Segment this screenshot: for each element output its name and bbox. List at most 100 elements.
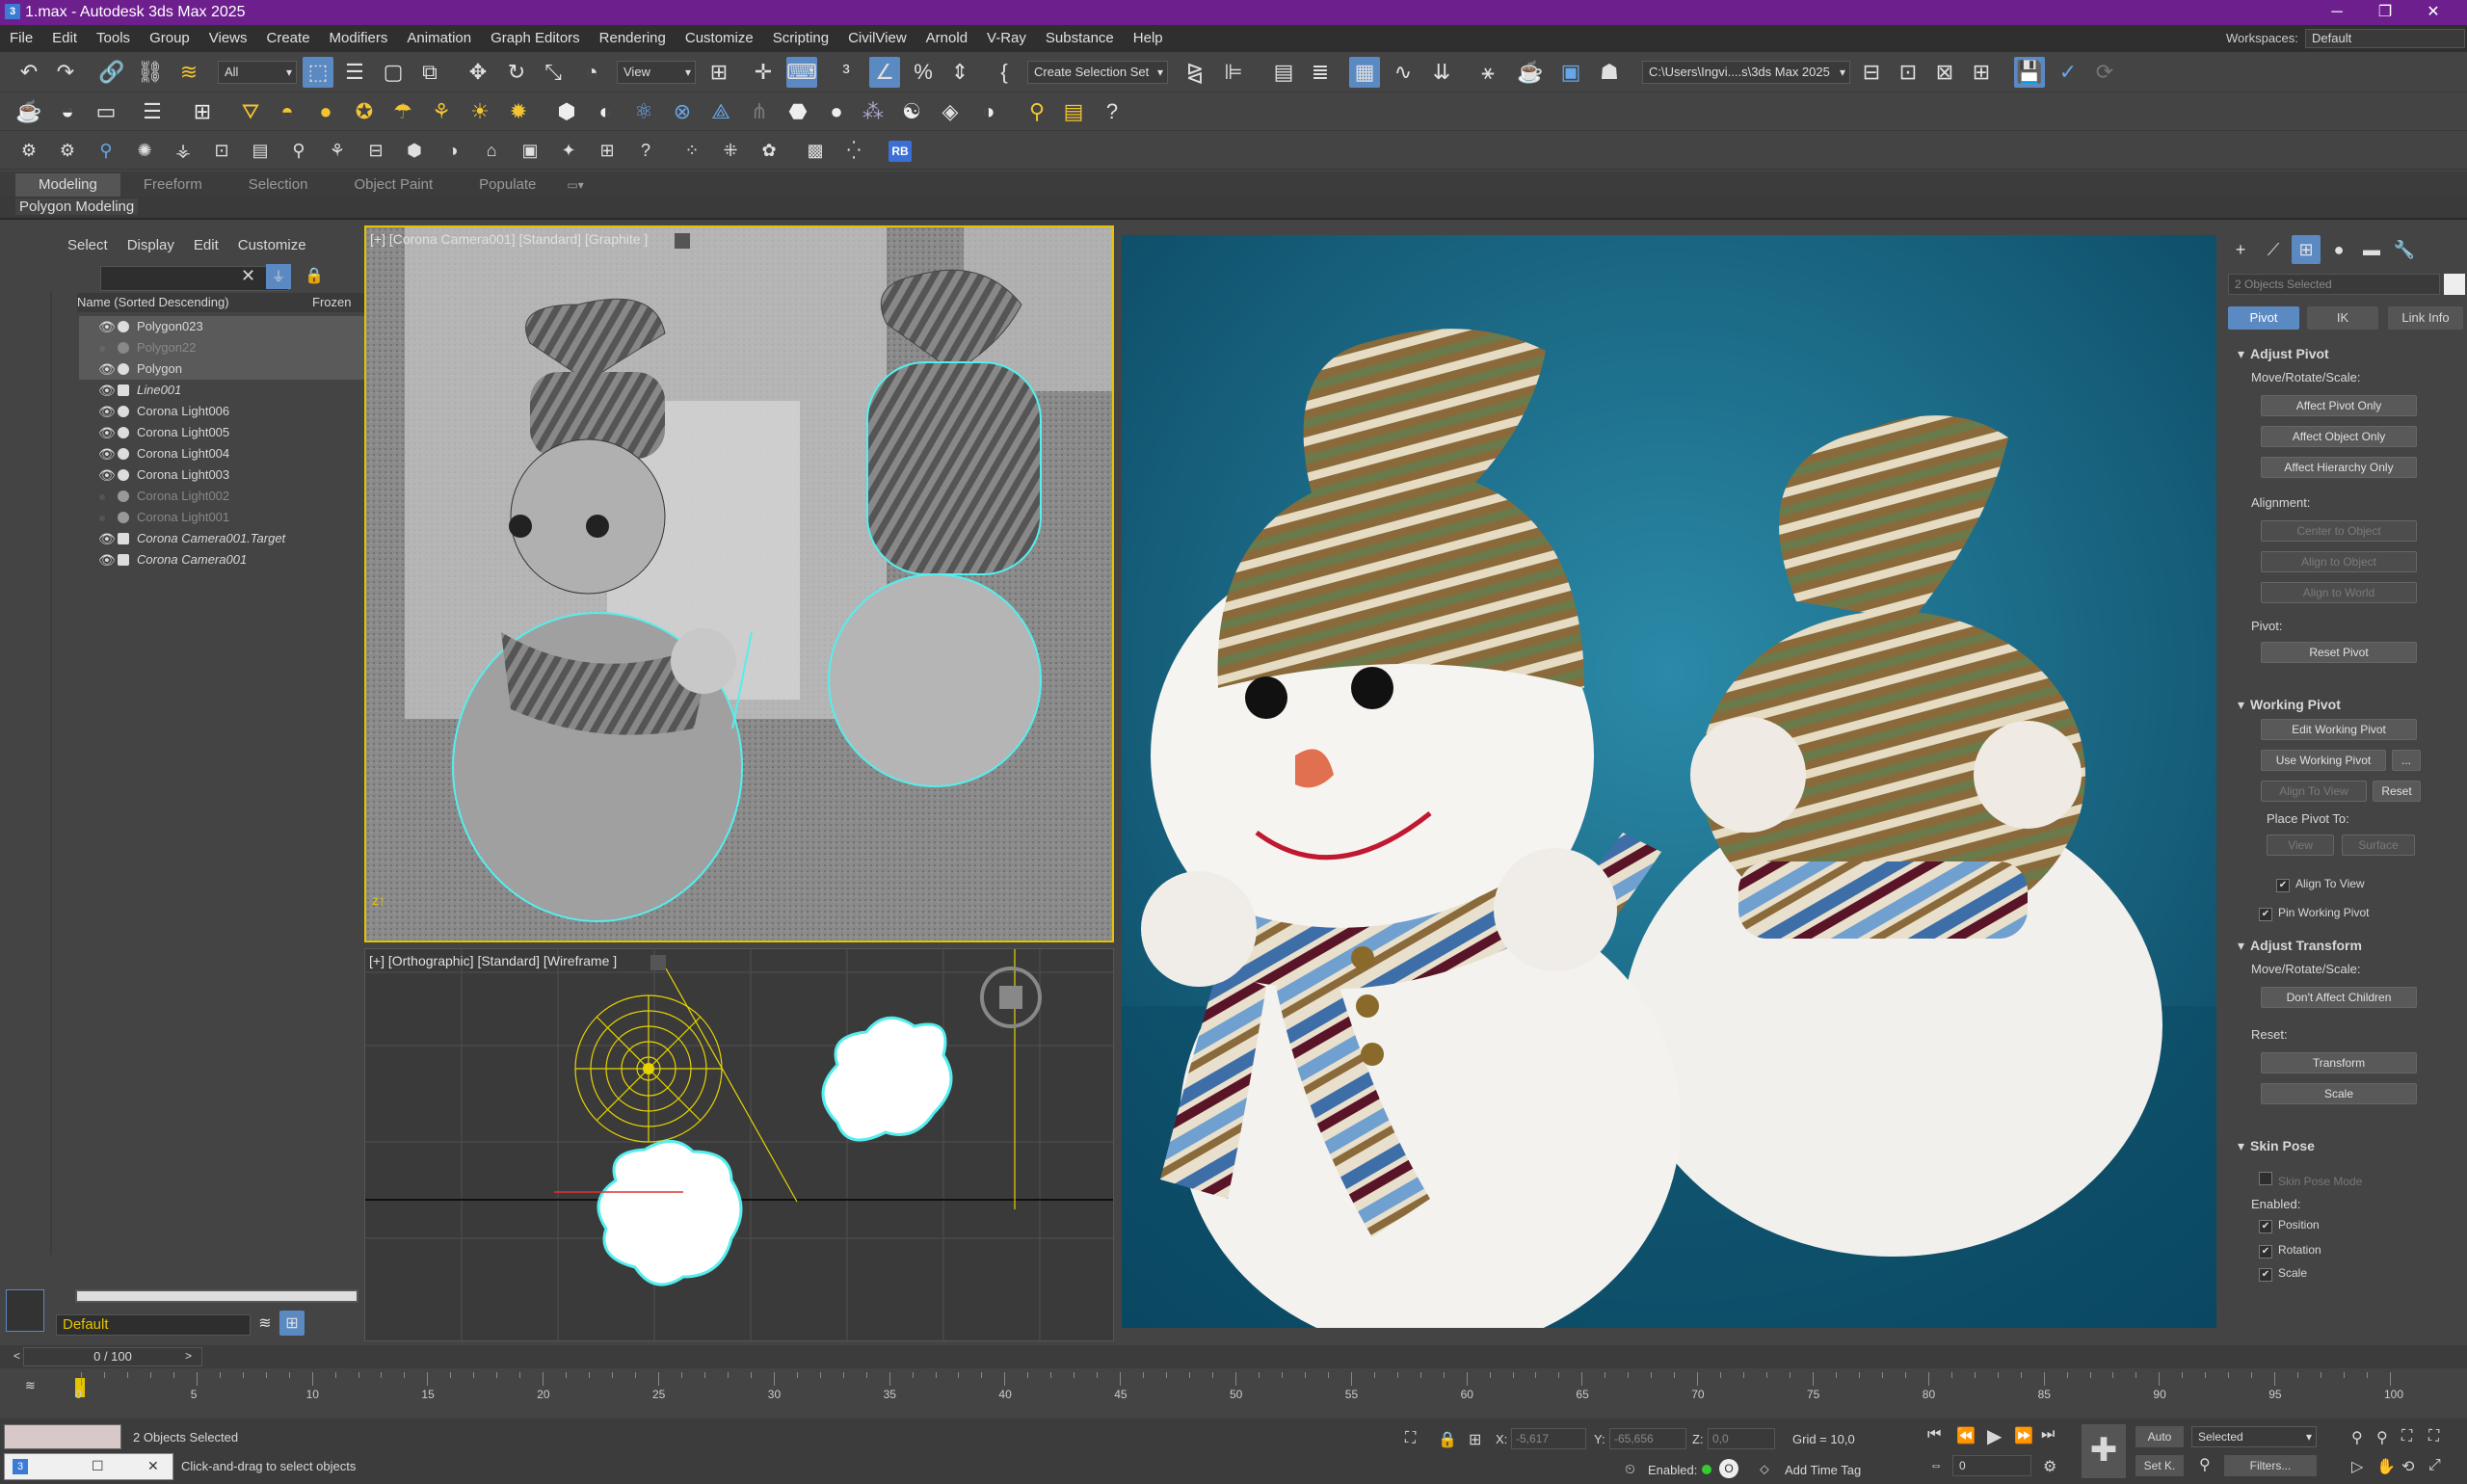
spinner-snap-icon[interactable]: ⇕ bbox=[944, 57, 975, 88]
play-icon[interactable]: ▶ bbox=[1987, 1424, 2002, 1448]
snaps-toggle-icon[interactable]: ³ bbox=[831, 57, 862, 88]
menu-modifiers[interactable]: Modifiers bbox=[320, 25, 398, 52]
rectangular-selection-icon[interactable]: ▢ bbox=[378, 57, 409, 88]
notes-icon[interactable]: ▤ bbox=[1058, 96, 1089, 127]
utilities-tab-icon[interactable]: 🔧 bbox=[2390, 235, 2419, 264]
object-color-swatch[interactable] bbox=[2444, 274, 2465, 295]
eye-icon[interactable]: 👁 bbox=[98, 443, 116, 464]
clear-search-icon[interactable]: ✕ bbox=[241, 266, 255, 286]
explorer-layout-icon[interactable] bbox=[6, 1289, 44, 1332]
column-name[interactable]: Name (Sorted Descending) bbox=[77, 293, 229, 312]
display-tab-icon[interactable]: ▬ bbox=[2357, 235, 2386, 264]
menu-civilview[interactable]: CivilView bbox=[838, 25, 916, 52]
material-editor-icon[interactable]: ⚹ bbox=[1472, 57, 1503, 88]
tool-icon-5[interactable]: ⚶ bbox=[168, 135, 199, 166]
affect-hierarchy-only-button[interactable]: Affect Hierarchy Only bbox=[2261, 457, 2417, 478]
thumb-close-icon[interactable]: ✕ bbox=[147, 1458, 159, 1474]
scene-row[interactable]: ●Corona Light002❄ bbox=[79, 486, 409, 507]
eye-icon[interactable]: ● bbox=[98, 486, 106, 507]
tool-icon-19[interactable]: ⁜ bbox=[715, 135, 746, 166]
named-selection-icon[interactable]: { bbox=[989, 57, 1020, 88]
curve-editor-mini-icon[interactable]: ≋ bbox=[25, 1378, 36, 1393]
pin-working-pivot-checkbox[interactable]: Pin Working Pivot bbox=[2259, 906, 2369, 921]
hierarchy-tab-icon[interactable]: ⊞ bbox=[2292, 235, 2321, 264]
angle-snap-icon[interactable]: ∠ bbox=[869, 57, 900, 88]
tool-icon-3[interactable]: ⚲ bbox=[91, 135, 121, 166]
use-working-pivot-button[interactable]: Use Working Pivot bbox=[2261, 750, 2386, 771]
workspace-icon-3[interactable]: ⊞ bbox=[1966, 57, 1997, 88]
taskbar-window-thumb[interactable]: 3 ☐ ✕ bbox=[4, 1453, 173, 1480]
set-key-button[interactable]: Set K. bbox=[2135, 1455, 2184, 1476]
affect-object-only-button[interactable]: Affect Object Only bbox=[2261, 426, 2417, 447]
select-object-icon[interactable]: ⬚ bbox=[303, 57, 333, 88]
named-selection-dropdown[interactable]: Create Selection Set bbox=[1027, 61, 1168, 84]
restore-icon[interactable]: ☐ bbox=[92, 1458, 104, 1474]
help-icon[interactable]: ? bbox=[1097, 96, 1127, 127]
go-to-start-icon[interactable]: ⏮ bbox=[1927, 1426, 1941, 1444]
tab-object-paint[interactable]: Object Paint bbox=[331, 173, 456, 197]
list-icon[interactable]: ☰ bbox=[137, 96, 168, 127]
eye-icon[interactable]: 👁 bbox=[98, 549, 116, 570]
dont-affect-children-button[interactable]: Don't Affect Children bbox=[2261, 987, 2417, 1008]
tool-icon-4[interactable]: ✺ bbox=[129, 135, 160, 166]
volume-icon[interactable]: ⬣ bbox=[783, 96, 813, 127]
scene-row[interactable]: 👁Corona Camera001❄ bbox=[79, 549, 409, 570]
link-icon[interactable]: 🔗 bbox=[96, 57, 127, 88]
scene-row[interactable]: ●Polygon22❄ bbox=[79, 337, 409, 358]
next-frame-icon[interactable]: > bbox=[185, 1349, 192, 1363]
tool-icon-21[interactable]: ▩ bbox=[800, 135, 831, 166]
menu-create[interactable]: Create bbox=[257, 25, 320, 52]
menu-customize[interactable]: Customize bbox=[676, 25, 763, 52]
set-key-icon[interactable]: ✚ bbox=[2082, 1424, 2126, 1478]
filter-icon[interactable]: ⏚ bbox=[266, 264, 291, 289]
scene-menu-select[interactable]: Select bbox=[67, 237, 108, 253]
y-coordinate-field[interactable]: -65,656 bbox=[1609, 1428, 1686, 1449]
lightmix-icon[interactable]: ◈ bbox=[935, 96, 966, 127]
select-by-name-icon[interactable]: ☰ bbox=[339, 57, 370, 88]
scene-row[interactable]: 👁Corona Light005❄ bbox=[79, 422, 409, 443]
column-frozen[interactable]: Frozen bbox=[312, 293, 351, 312]
light-sphere-icon[interactable]: ● bbox=[310, 96, 341, 127]
adjust-transform-rollout[interactable]: Adjust Transform bbox=[2228, 935, 2461, 956]
tool-icon-11[interactable]: ⬢ bbox=[399, 135, 430, 166]
menu-edit[interactable]: Edit bbox=[42, 25, 87, 52]
tab-modeling[interactable]: Modeling bbox=[15, 173, 120, 197]
align-to-view-checkbox[interactable]: Align To View bbox=[2276, 877, 2365, 892]
light-plane-icon[interactable]: ⛛ bbox=[235, 96, 266, 127]
menu-help[interactable]: Help bbox=[1124, 25, 1173, 52]
distance-icon[interactable]: ⟁ bbox=[705, 96, 736, 127]
schematic-view-icon[interactable]: ⇊ bbox=[1426, 57, 1457, 88]
key-filters-icon[interactable]: ⚲ bbox=[2199, 1455, 2211, 1474]
converter-icon[interactable]: ☯ bbox=[896, 96, 927, 127]
material-ball-icon[interactable]: ● bbox=[821, 96, 852, 127]
rotate-icon[interactable]: ↻ bbox=[501, 57, 532, 88]
keyboard-shortcut-icon[interactable]: ⌨ bbox=[786, 57, 817, 88]
polygon-modeling-label[interactable]: Polygon Modeling bbox=[15, 199, 139, 215]
isolate-icon[interactable]: ⛶ bbox=[1405, 1430, 1416, 1447]
tab-freeform[interactable]: Freeform bbox=[120, 173, 225, 197]
prev-key-icon[interactable]: ⏪ bbox=[1956, 1426, 1976, 1445]
mirror-icon[interactable]: ⧎ bbox=[1180, 57, 1210, 88]
window-crossing-icon[interactable]: ⧉ bbox=[414, 57, 445, 88]
scene-menu-edit[interactable]: Edit bbox=[194, 237, 219, 253]
scene-row[interactable]: 👁Polygon❄ bbox=[79, 358, 409, 380]
percent-snap-icon[interactable]: % bbox=[908, 57, 939, 88]
align-to-object-button[interactable]: Align to Object bbox=[2261, 551, 2417, 572]
eye-icon[interactable]: 👁 bbox=[98, 422, 116, 443]
teapot-icon[interactable]: ☕ bbox=[13, 96, 44, 127]
maxscript-listener[interactable] bbox=[4, 1424, 121, 1449]
scene-row[interactable]: 👁Corona Camera001.Target❄ bbox=[79, 528, 409, 549]
tool-icon-7[interactable]: ▤ bbox=[245, 135, 276, 166]
hierarchy-icon[interactable]: ⊞ bbox=[279, 1311, 305, 1336]
tool-icon-9[interactable]: ⚘ bbox=[322, 135, 353, 166]
slicer-icon[interactable]: ⊗ bbox=[667, 96, 698, 127]
render-setup-icon[interactable]: ☕ bbox=[1515, 57, 1546, 88]
key-filters-button[interactable]: Filters... bbox=[2224, 1455, 2317, 1476]
menu-arnold[interactable]: Arnold bbox=[916, 25, 977, 52]
scene-search-input[interactable] bbox=[100, 266, 289, 291]
align-icon[interactable]: ⊫ bbox=[1218, 57, 1249, 88]
time-tag-icon[interactable]: ⏲ bbox=[1625, 1461, 1635, 1477]
minimize-icon[interactable]: ─ bbox=[2313, 0, 2361, 25]
eye-icon[interactable]: 👁 bbox=[98, 464, 116, 486]
motion-tab-icon[interactable]: ● bbox=[2324, 235, 2353, 264]
